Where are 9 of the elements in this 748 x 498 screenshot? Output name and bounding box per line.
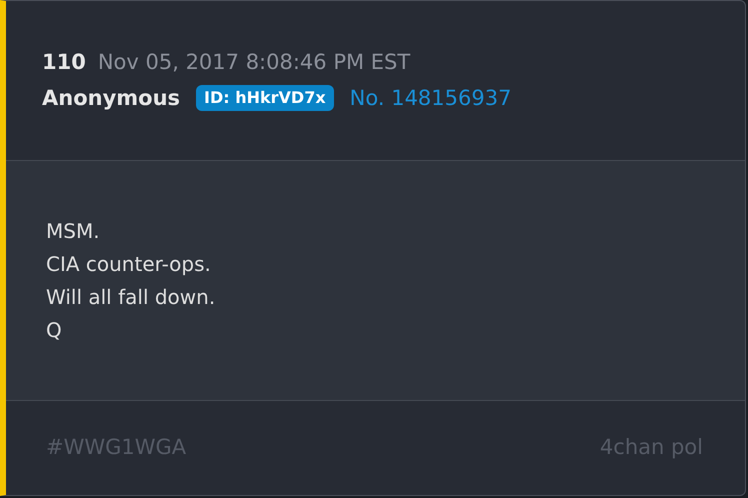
- id-badge: ID: hHkrVD7x: [196, 85, 334, 112]
- post-text-line: MSM.: [46, 218, 101, 244]
- post-link[interactable]: No. 148156937: [350, 82, 512, 114]
- author-name: Anonymous: [42, 84, 180, 112]
- post-text-line: Will all fall down.: [46, 284, 216, 310]
- post-text-line: CIA counter-ops.: [46, 250, 212, 278]
- post-timestamp: Nov 05, 2017 8:08:46 PM EST: [98, 49, 410, 76]
- post-number: 110: [42, 49, 86, 76]
- post-text-line: Q: [46, 316, 63, 344]
